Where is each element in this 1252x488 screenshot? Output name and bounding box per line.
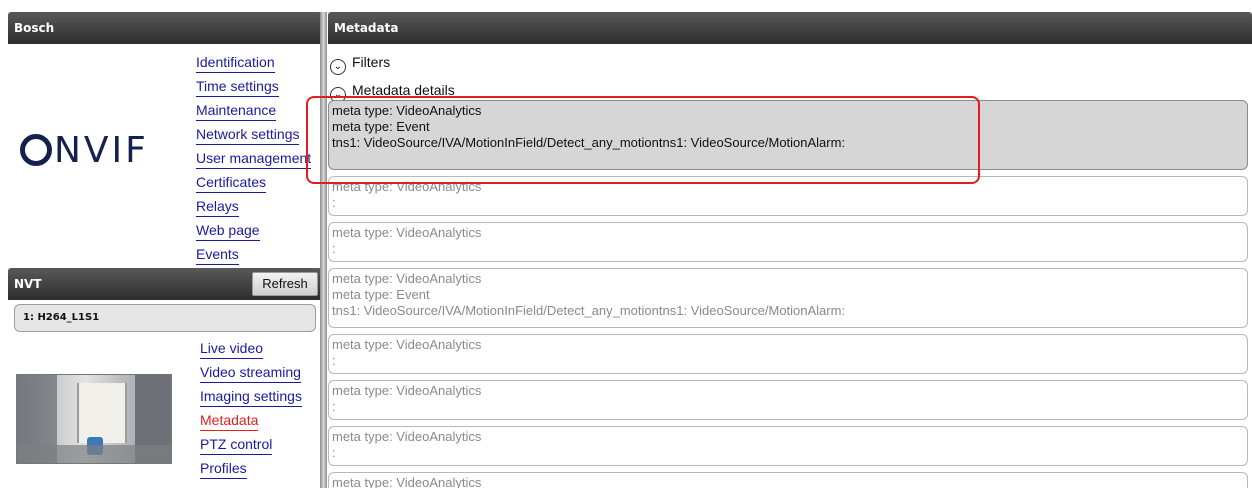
metadata-entry-line: meta type: VideoAnalytics — [332, 103, 482, 118]
metadata-entry-line: tns1: VideoSource/IVA/MotionInField/Dete… — [332, 303, 846, 318]
device-nav: Identification Time settings Maintenance… — [196, 52, 312, 268]
refresh-button[interactable]: Refresh — [252, 272, 318, 296]
panel-splitter[interactable] — [320, 12, 327, 488]
metadata-entry[interactable]: meta type: VideoAnalytics meta type: Even… — [328, 268, 1248, 328]
nav-web-page[interactable]: Web page — [196, 220, 260, 241]
metadata-entry[interactable]: meta type: VideoAnalytics meta type: Even… — [328, 100, 1248, 170]
device-header: Bosch — [8, 12, 322, 44]
metadata-entry[interactable]: meta type: VideoAnalytics: — [328, 426, 1248, 466]
live-preview-thumbnail[interactable] — [16, 374, 172, 464]
nav-relays[interactable]: Relays — [196, 196, 239, 217]
nav-video-streaming[interactable]: Video streaming — [200, 362, 301, 383]
nvt-nav: Live video Video streaming Imaging setti… — [200, 338, 302, 482]
metadata-header: Metadata — [328, 12, 1252, 44]
metadata-entry-line: : — [332, 445, 336, 460]
stream-selector[interactable]: 1: H264_L1S1 — [14, 304, 316, 332]
nav-events[interactable]: Events — [196, 244, 239, 265]
metadata-entry-line: : — [332, 353, 336, 368]
nav-ptz-control[interactable]: PTZ control — [200, 434, 273, 455]
metadata-entry[interactable]: meta type: VideoAnalytics: — [328, 472, 1248, 488]
nav-identification[interactable]: Identification — [196, 52, 275, 73]
metadata-entry[interactable]: meta type: VideoAnalytics: — [328, 222, 1248, 262]
metadata-entry-line: meta type: VideoAnalytics — [332, 429, 482, 444]
logo-o-ring-icon — [20, 134, 52, 166]
metadata-entry-line: : — [332, 399, 336, 414]
metadata-entry-line: meta type: Event — [332, 287, 430, 302]
metadata-entry-line: meta type: Event — [332, 119, 430, 134]
metadata-entry-line: meta type: VideoAnalytics — [332, 475, 482, 488]
metadata-entry-line: : — [332, 241, 336, 256]
onvif-device-manager-window: Bosch nvif Identification Time settings … — [0, 0, 1252, 488]
metadata-entry[interactable]: meta type: VideoAnalytics: — [328, 334, 1248, 374]
filters-label: Filters — [352, 54, 391, 70]
metadata-entry-line: meta type: VideoAnalytics — [332, 337, 482, 352]
metadata-details-label: Metadata details — [352, 82, 455, 98]
onvif-logo: nvif — [20, 130, 149, 171]
metadata-entry-line: meta type: VideoAnalytics — [332, 225, 482, 240]
logo-text: nvif — [54, 130, 149, 171]
metadata-entry[interactable]: meta type: VideoAnalytics: — [328, 380, 1248, 420]
nav-network-settings[interactable]: Network settings — [196, 124, 300, 145]
metadata-entry-line: meta type: VideoAnalytics — [332, 179, 482, 194]
metadata-entry-line: meta type: VideoAnalytics — [332, 271, 482, 286]
nav-metadata[interactable]: Metadata — [200, 410, 259, 431]
metadata-entry-line: : — [332, 195, 336, 210]
nav-maintenance[interactable]: Maintenance — [196, 100, 277, 121]
metadata-entry-line: meta type: VideoAnalytics — [332, 383, 482, 398]
nav-profiles[interactable]: Profiles — [200, 458, 247, 479]
nav-live-video[interactable]: Live video — [200, 338, 264, 359]
metadata-entry-line: tns1: VideoSource/IVA/MotionInField/Dete… — [332, 135, 846, 150]
nav-imaging-settings[interactable]: Imaging settings — [200, 386, 302, 407]
nav-user-management[interactable]: User management — [196, 148, 312, 169]
metadata-entry[interactable]: meta type: VideoAnalytics: — [328, 176, 1248, 216]
nav-certificates[interactable]: Certificates — [196, 172, 267, 193]
nav-time-settings[interactable]: Time settings — [196, 76, 279, 97]
filters-expander[interactable]: ⌄ Filters — [330, 52, 390, 75]
chevron-down-icon: ⌄ — [330, 59, 346, 75]
